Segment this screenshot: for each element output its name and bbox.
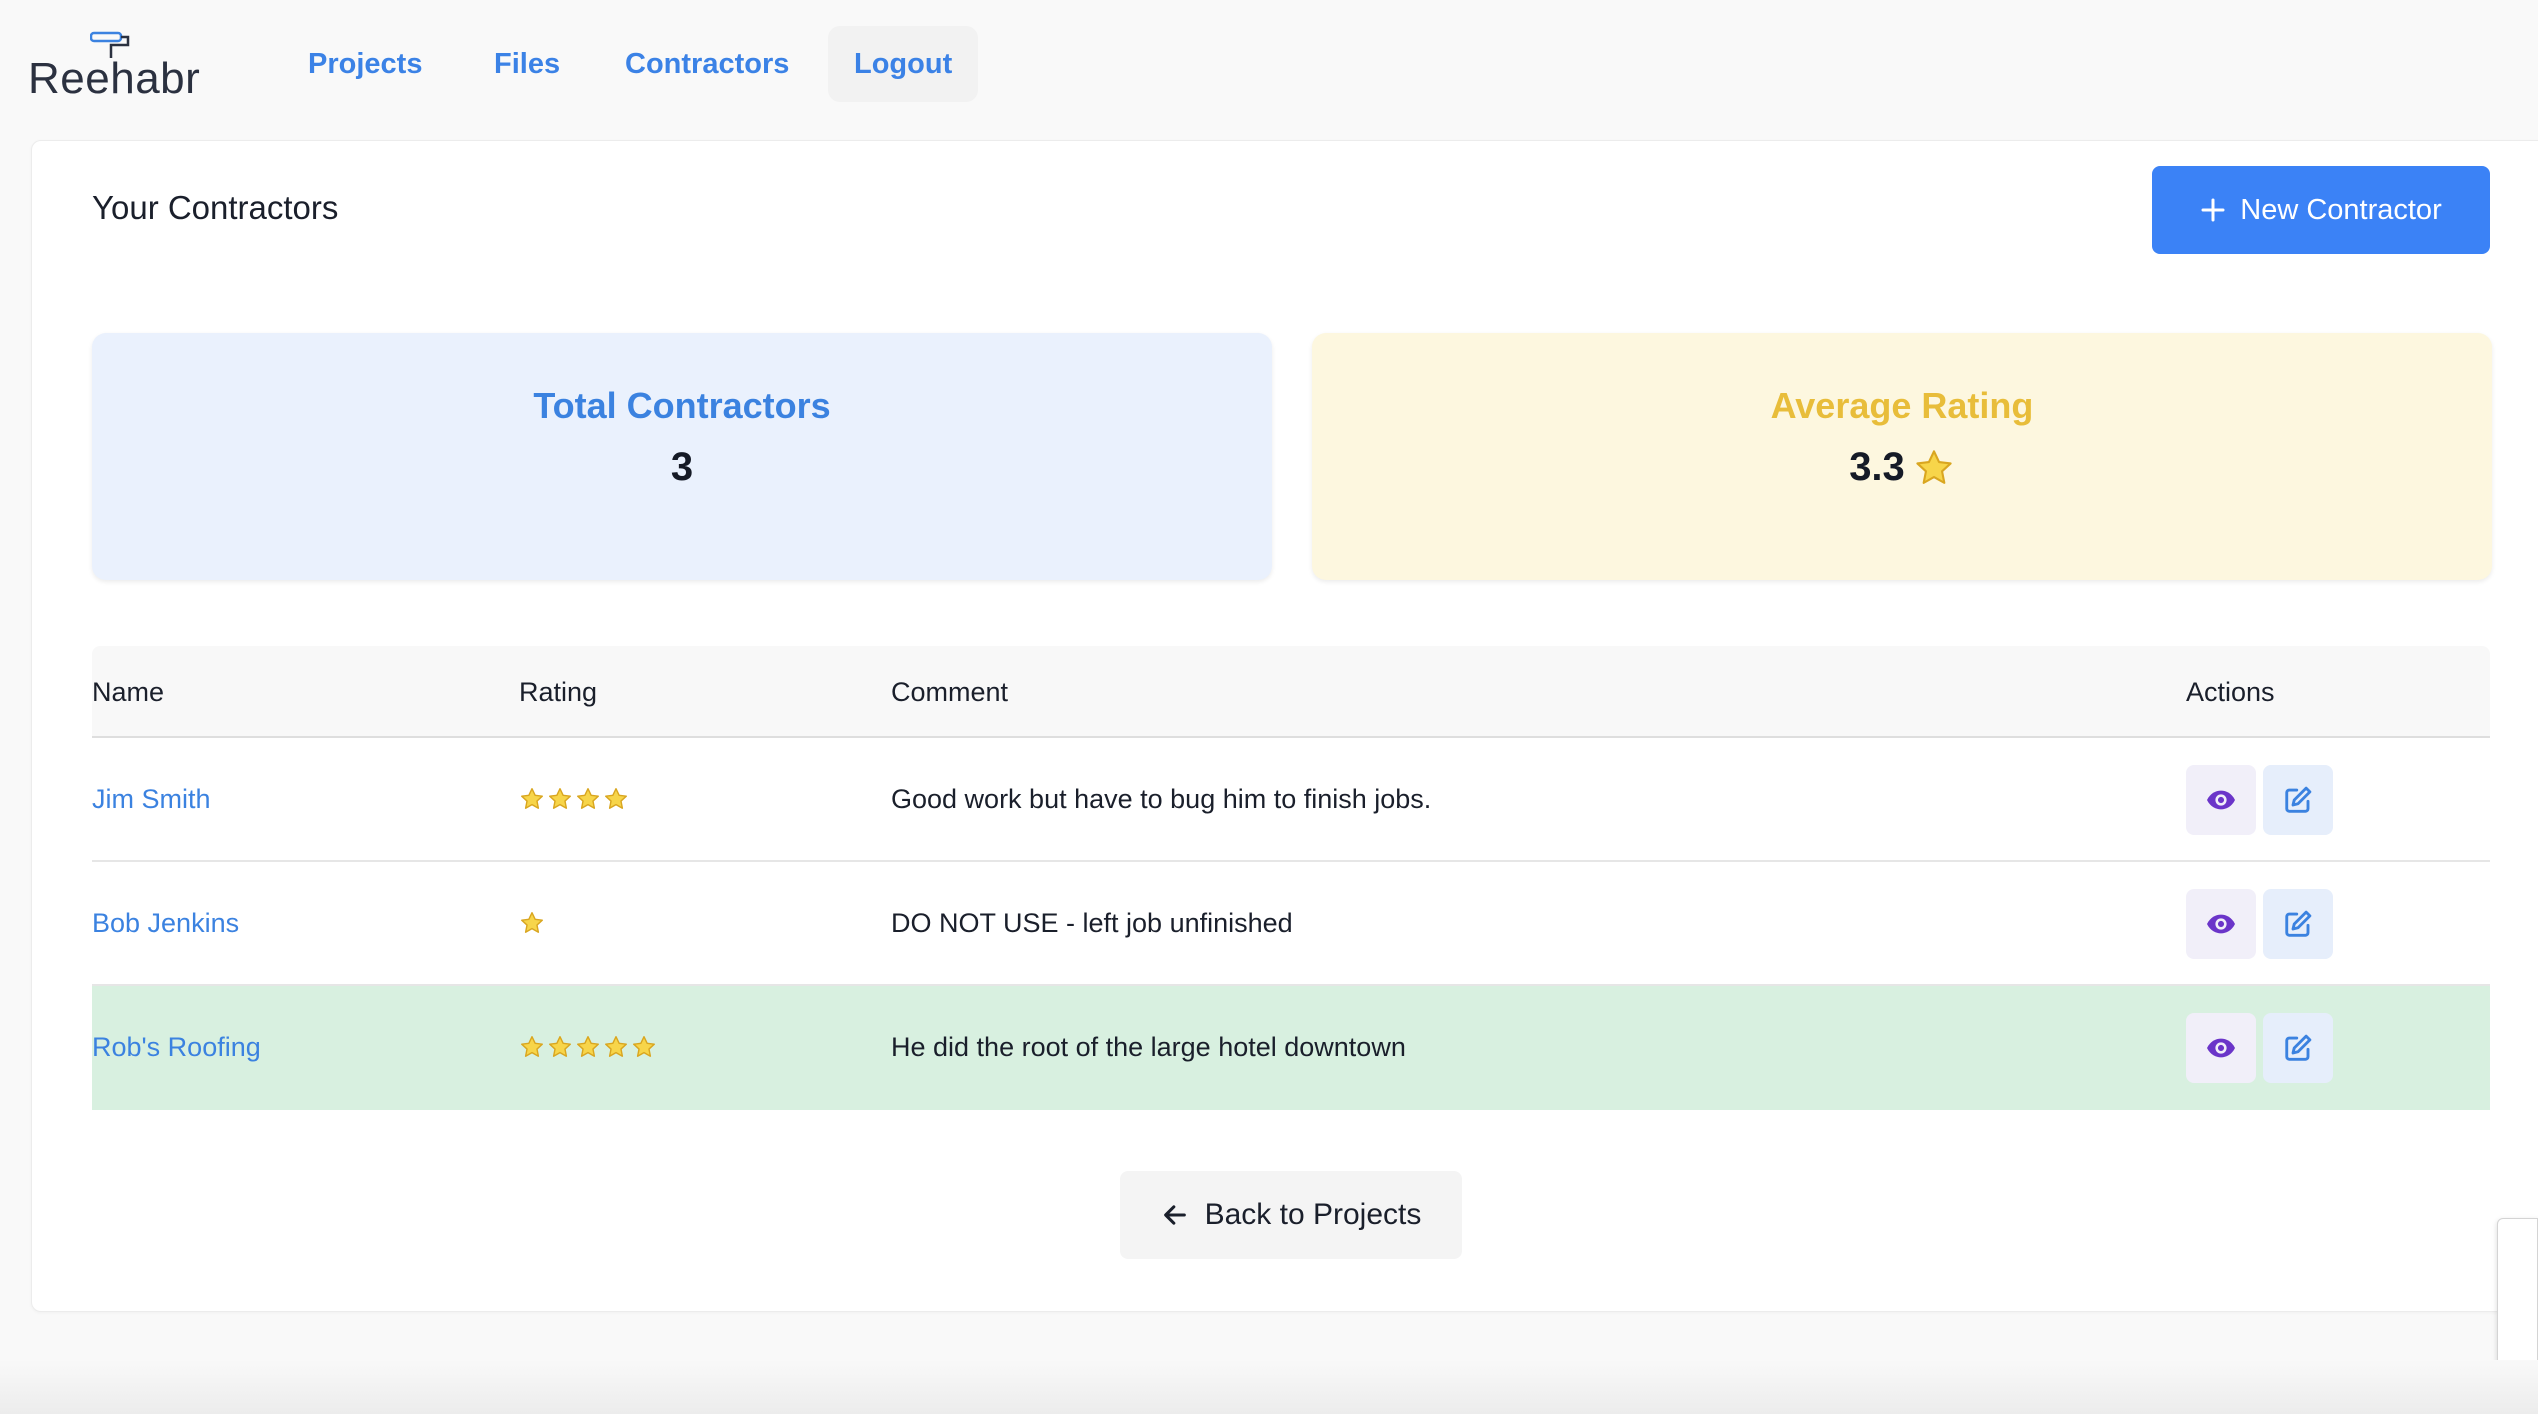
column-header-actions: Actions — [2186, 677, 2275, 707]
plus-icon — [2201, 198, 2225, 222]
contractors-card: Your Contractors New Contractor Total Co… — [31, 140, 2538, 1312]
page-title: Your Contractors — [92, 189, 339, 226]
view-button[interactable] — [2186, 889, 2256, 959]
average-rating-label: Average Rating — [1770, 385, 2034, 426]
table-header: Name Rating Comment Actions — [92, 646, 2490, 738]
arrow-left-icon — [1163, 1205, 1186, 1225]
star-icon — [577, 1036, 599, 1057]
top-navigation: Reehabr Projects Files Contractors Logou… — [0, 0, 2538, 132]
edit-button[interactable] — [2263, 765, 2333, 835]
nav-logout[interactable]: Logout — [828, 26, 979, 102]
average-rating-value: 3.3 — [1849, 445, 1905, 489]
star-icon — [577, 788, 599, 809]
nav-contractors[interactable]: Contractors — [599, 26, 815, 102]
view-button[interactable] — [2186, 765, 2256, 835]
contractor-comment: He did the root of the large hotel downt… — [891, 1032, 1406, 1062]
nav-projects[interactable]: Projects — [282, 26, 448, 102]
table-row: Jim Smith Good work but have to bug him … — [92, 738, 2490, 862]
edit-icon — [2285, 786, 2312, 813]
star-icon — [521, 788, 543, 809]
star-icon — [1916, 449, 1952, 484]
average-rating-value-wrap: 3.3 — [1312, 445, 2492, 490]
total-contractors-card: Total Contractors 3 — [92, 333, 1272, 580]
edit-icon — [2285, 910, 2312, 937]
new-contractor-button[interactable]: New Contractor — [2152, 166, 2490, 254]
edit-icon — [2285, 1034, 2312, 1061]
star-icon — [633, 1036, 655, 1057]
contractor-comment: Good work but have to bug him to finish … — [891, 784, 1432, 814]
nav-files[interactable]: Files — [468, 26, 586, 102]
star-icon — [521, 1036, 543, 1057]
rating-stars — [519, 862, 545, 984]
total-contractors-label: Total Contractors — [533, 385, 831, 426]
rating-stars — [519, 738, 629, 860]
edit-button[interactable] — [2263, 889, 2333, 959]
column-header-comment: Comment — [891, 677, 1009, 707]
contractor-name-link[interactable]: Rob's Roofing — [92, 986, 261, 1108]
eye-icon — [2207, 790, 2235, 810]
contractor-name-link[interactable]: Bob Jenkins — [92, 862, 239, 984]
contractors-table: Name Rating Comment Actions Jim Smith Go… — [92, 646, 2490, 1110]
back-to-projects-label: Back to Projects — [1204, 1198, 1422, 1231]
star-icon — [521, 912, 543, 933]
star-icon — [549, 1036, 571, 1057]
back-to-projects-button[interactable]: Back to Projects — [1120, 1171, 1462, 1259]
bottom-edge — [0, 1360, 2538, 1414]
star-icon — [549, 788, 571, 809]
new-contractor-label: New Contractor — [2240, 193, 2442, 226]
eye-icon — [2207, 1038, 2235, 1058]
eye-icon — [2207, 914, 2235, 934]
table-row: Bob Jenkins DO NOT USE - left job unfini… — [92, 862, 2490, 986]
star-icon — [605, 1036, 627, 1057]
star-icon — [605, 788, 627, 809]
view-button[interactable] — [2186, 1013, 2256, 1083]
brand-logo[interactable]: Reehabr — [28, 30, 200, 103]
average-rating-card: Average Rating 3.3 — [1312, 333, 2492, 580]
total-contractors-value-wrap: 3 — [92, 445, 1272, 490]
contractor-name-link[interactable]: Jim Smith — [92, 738, 211, 860]
brand-logo-text: Reehabr — [28, 54, 201, 103]
total-contractors-value: 3 — [670, 445, 694, 489]
column-header-rating: Rating — [519, 677, 598, 707]
column-header-name: Name — [92, 677, 165, 707]
contractor-comment: DO NOT USE - left job unfinished — [891, 908, 1293, 938]
edit-button[interactable] — [2263, 1013, 2333, 1083]
rating-stars — [519, 986, 657, 1108]
table-row: Rob's Roofing He did the root of the lar… — [92, 986, 2490, 1110]
